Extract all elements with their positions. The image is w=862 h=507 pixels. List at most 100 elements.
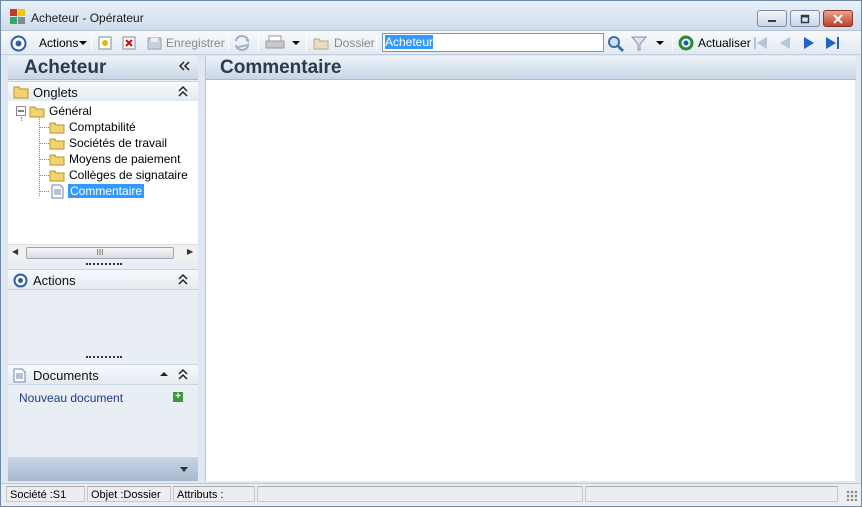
previous-icon: [780, 37, 790, 49]
delete-button[interactable]: [122, 34, 136, 52]
collapse-panel-button[interactable]: [178, 59, 190, 75]
filter-icon: [631, 36, 647, 51]
title-bar: Acheteur - Opérateur: [1, 1, 861, 31]
main-content: Commentaire: [205, 56, 856, 481]
minimize-icon: [768, 19, 776, 22]
tree-item-label: Moyens de paiement: [69, 152, 181, 166]
folder-icon: [29, 106, 45, 117]
last-record-button[interactable]: [825, 34, 841, 52]
next-record-button[interactable]: [802, 34, 816, 52]
tree-item-colleges-de-signataire[interactable]: Collèges de signataire: [49, 167, 188, 183]
dropdown-arrow-icon: [656, 41, 664, 45]
search-button[interactable]: [607, 34, 624, 52]
sync-icon: [235, 35, 250, 51]
folder-icon: [49, 170, 65, 181]
splitter-grip[interactable]: [86, 263, 122, 267]
collapse-node-icon[interactable]: [16, 106, 26, 116]
status-attributs: Attributs :: [173, 486, 255, 502]
first-icon: [754, 37, 767, 49]
print-button[interactable]: [265, 34, 300, 52]
search-input[interactable]: Acheteur: [382, 33, 604, 52]
folder-icon: [49, 138, 65, 149]
scroll-left-icon[interactable]: ◀: [12, 247, 18, 256]
refresh-button[interactable]: Actualiser: [678, 34, 751, 52]
sync-button[interactable]: [233, 34, 251, 52]
panel-bottom-bar[interactable]: [8, 457, 198, 481]
tree-item-label-selected: Commentaire: [68, 184, 145, 198]
chevron-up-icon[interactable]: [159, 368, 169, 383]
onglets-section-header[interactable]: Onglets: [8, 81, 198, 102]
left-panel-header: Acheteur: [8, 56, 198, 80]
add-icon[interactable]: +: [173, 392, 183, 402]
scroll-right-icon[interactable]: ▶: [187, 247, 193, 256]
actions-circle-icon[interactable]: [10, 34, 27, 52]
tree-item-moyens-de-paiement[interactable]: Moyens de paiement: [49, 151, 180, 167]
chevron-down-icon[interactable]: [179, 466, 189, 474]
status-empty-2: [585, 486, 838, 502]
actions-circle-icon: [13, 273, 28, 291]
maximize-button[interactable]: [790, 10, 820, 27]
actions-menu-label: Actions: [39, 36, 79, 50]
folder-icon: [49, 122, 65, 133]
close-icon: [833, 13, 843, 24]
document-icon: [51, 184, 64, 198]
search-icon: [608, 35, 624, 52]
delete-icon: [122, 36, 136, 50]
restore-icon: [800, 14, 810, 23]
folder-label: Dossier: [334, 36, 375, 50]
left-panel-title: Acheteur: [24, 57, 107, 78]
actions-section-header[interactable]: Actions: [8, 269, 198, 290]
filter-button[interactable]: [631, 34, 664, 52]
save-button[interactable]: Enregistrer: [147, 34, 225, 52]
tree-item-label: Général: [49, 104, 92, 118]
close-button[interactable]: [823, 10, 853, 27]
onglets-section-title: Onglets: [33, 85, 78, 100]
actions-menu-button[interactable]: Actions: [39, 34, 88, 52]
refresh-label: Actualiser: [698, 36, 751, 50]
application-window: Acheteur - Opérateur Actions Enregistrer: [0, 0, 862, 507]
minimize-button[interactable]: [757, 10, 787, 27]
save-label: Enregistrer: [166, 36, 225, 50]
status-societe: Société :S1: [6, 486, 85, 502]
documents-section-title: Documents: [33, 368, 99, 383]
status-bar: Société :S1 Objet :Dossier Attributs :: [1, 483, 861, 506]
first-record-button[interactable]: [753, 34, 769, 52]
comment-editor[interactable]: [206, 81, 856, 481]
tree-item-commentaire[interactable]: Commentaire: [51, 183, 145, 199]
next-icon: [804, 37, 814, 49]
tree-horizontal-scrollbar[interactable]: ◀ III ▶: [8, 244, 198, 261]
actions-section-title: Actions: [33, 273, 76, 288]
new-record-button[interactable]: [98, 34, 112, 52]
tree-item-general[interactable]: Général: [16, 103, 92, 119]
tree-item-label: Comptabilité: [69, 120, 136, 134]
documents-section-header[interactable]: Documents: [8, 364, 198, 385]
dropdown-arrow-icon: [79, 41, 88, 45]
save-icon: [147, 37, 162, 50]
dropdown-arrow-icon: [292, 41, 300, 45]
splitter-grip[interactable]: [86, 356, 122, 360]
scrollbar-thumb[interactable]: III: [26, 247, 174, 259]
tree-item-comptabilite[interactable]: Comptabilité: [49, 119, 136, 135]
window-title: Acheteur - Opérateur: [31, 11, 144, 25]
actions-section-body: [8, 291, 198, 351]
tabs-tree: Général Comptabilité Sociétés de travail…: [8, 101, 198, 244]
last-icon: [826, 37, 839, 49]
double-chevron-left-icon: [178, 61, 190, 71]
status-empty-1: [257, 486, 583, 502]
collapse-section-icon[interactable]: [178, 85, 188, 100]
left-panel: Acheteur Onglets Général Comptabilité So…: [8, 56, 198, 481]
refresh-icon: [678, 35, 694, 51]
app-icon: [10, 9, 26, 25]
folder-icon: [13, 85, 29, 102]
folder-button[interactable]: Dossier: [313, 34, 375, 52]
collapse-section-icon[interactable]: [178, 273, 188, 288]
previous-record-button[interactable]: [778, 34, 792, 52]
tree-item-societes-de-travail[interactable]: Sociétés de travail: [49, 135, 167, 151]
printer-icon: [265, 35, 285, 49]
resize-grip[interactable]: [846, 490, 857, 501]
main-title: Commentaire: [220, 57, 342, 78]
new-document-link[interactable]: Nouveau document: [19, 391, 123, 405]
document-icon: [13, 368, 26, 386]
tree-item-label: Collèges de signataire: [69, 168, 188, 182]
collapse-section-icon[interactable]: [178, 368, 188, 383]
